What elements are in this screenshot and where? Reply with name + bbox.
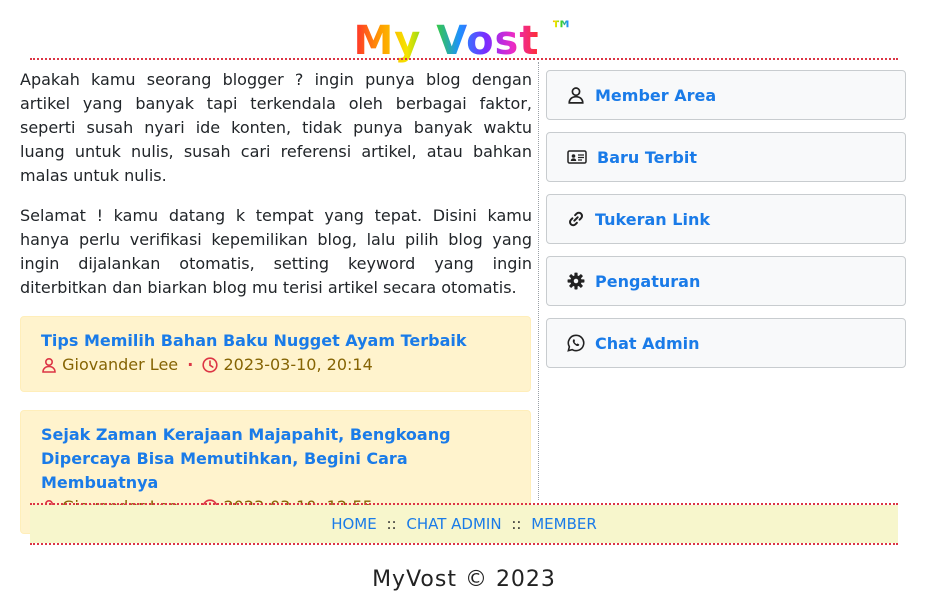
menu-label: Tukeran Link	[595, 209, 710, 229]
footer-link-home[interactable]: HOME	[331, 515, 377, 533]
column-separator	[538, 62, 539, 500]
nav-separator: ::	[511, 515, 522, 533]
intro-paragraph-1: Apakah kamu seorang blogger ? ingin puny…	[20, 70, 532, 185]
site-logo[interactable]: My Vost ™	[0, 6, 928, 65]
footer-nav: HOME :: CHAT ADMIN :: MEMBER	[30, 505, 898, 543]
menu-label: Pengaturan	[595, 271, 701, 291]
site-header: My Vost ™	[0, 0, 928, 64]
menu-baru-terbit[interactable]: Baru Terbit	[546, 132, 906, 182]
id-card-icon	[567, 148, 587, 166]
menu-label: Baru Terbit	[597, 147, 697, 167]
user-icon	[41, 356, 57, 380]
menu-pengaturan[interactable]: Pengaturan	[546, 256, 906, 306]
gear-icon	[567, 272, 585, 290]
logo-trademark: ™	[549, 16, 575, 44]
menu-member-area[interactable]: Member Area	[546, 70, 906, 120]
post-author: Giovander Lee	[62, 355, 179, 374]
main-content: Apakah kamu seorang blogger ? ingin puny…	[20, 62, 908, 534]
post-meta: Giovander Lee · 2023-03-10, 20:14	[41, 353, 510, 380]
header-divider	[30, 58, 898, 60]
footer-link-chat-admin[interactable]: CHAT ADMIN	[406, 515, 501, 533]
menu-label: Member Area	[595, 85, 717, 105]
meta-separator: ·	[187, 355, 194, 374]
post-title-link[interactable]: Sejak Zaman Kerajaan Majapahit, Bengkoan…	[41, 423, 510, 495]
clock-icon	[202, 356, 218, 380]
whatsapp-icon	[567, 334, 585, 352]
intro-paragraph-2: Selamat ! kamu datang k tempat yang tepa…	[20, 206, 532, 297]
post-title-link[interactable]: Tips Memilih Bahan Baku Nugget Ayam Terb…	[41, 329, 510, 353]
menu-chat-admin[interactable]: Chat Admin	[546, 318, 906, 368]
footer-link-member[interactable]: MEMBER	[531, 515, 597, 533]
left-column: Apakah kamu seorang blogger ? ingin puny…	[20, 62, 532, 534]
post-card: Tips Memilih Bahan Baku Nugget Ayam Terb…	[20, 316, 531, 392]
nav-separator: ::	[386, 515, 397, 533]
footer-divider-bottom	[30, 543, 898, 545]
menu-label: Chat Admin	[595, 333, 700, 353]
link-icon	[567, 210, 585, 228]
post-datetime: 2023-03-10, 20:14	[223, 355, 373, 374]
menu-tukeran-link[interactable]: Tukeran Link	[546, 194, 906, 244]
user-icon	[567, 86, 585, 104]
copyright-text: MyVost © 2023	[372, 567, 556, 592]
sidebar-menu: Member Area Baru Terbit Tukeran Link Pen…	[546, 70, 906, 380]
